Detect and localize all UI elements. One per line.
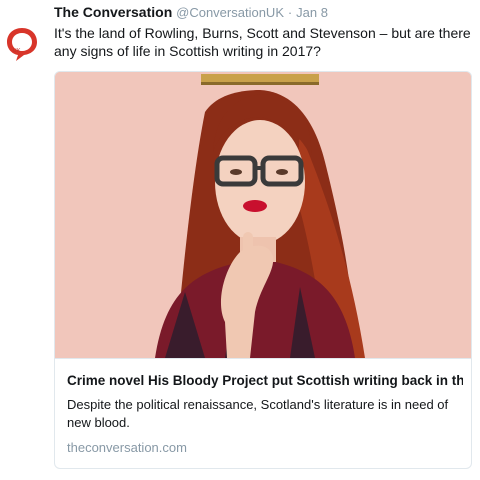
conversation-logo-icon	[7, 28, 37, 61]
card-title[interactable]: Crime novel His Bloody Project put Scott…	[67, 373, 463, 388]
tweet-text: It's the land of Rowling, Burns, Scott a…	[54, 25, 471, 59]
author-name[interactable]: The Conversation	[54, 4, 172, 20]
link-card[interactable]: Crime novel His Bloody Project put Scott…	[54, 71, 472, 469]
tweet-date[interactable]: Jan 8	[296, 5, 328, 20]
author-handle[interactable]: @ConversationUK	[176, 5, 284, 20]
card-body[interactable]: Crime novel His Bloody Project put Scott…	[55, 358, 471, 468]
woman-with-glasses-and-book-image	[55, 72, 471, 358]
tweet-header: The Conversation @ConversationUK · Jan 8	[54, 4, 474, 21]
card-image[interactable]	[55, 72, 471, 358]
card-description: Despite the political renaissance, Scotl…	[67, 397, 449, 430]
avatar[interactable]	[4, 22, 40, 62]
tweet: UK The Conversation @ConversationUK · Ja…	[0, 0, 480, 480]
separator-dot: ·	[287, 5, 293, 20]
avatar-sub-label: UK	[13, 48, 21, 54]
card-domain[interactable]: theconversation.com	[67, 440, 187, 455]
